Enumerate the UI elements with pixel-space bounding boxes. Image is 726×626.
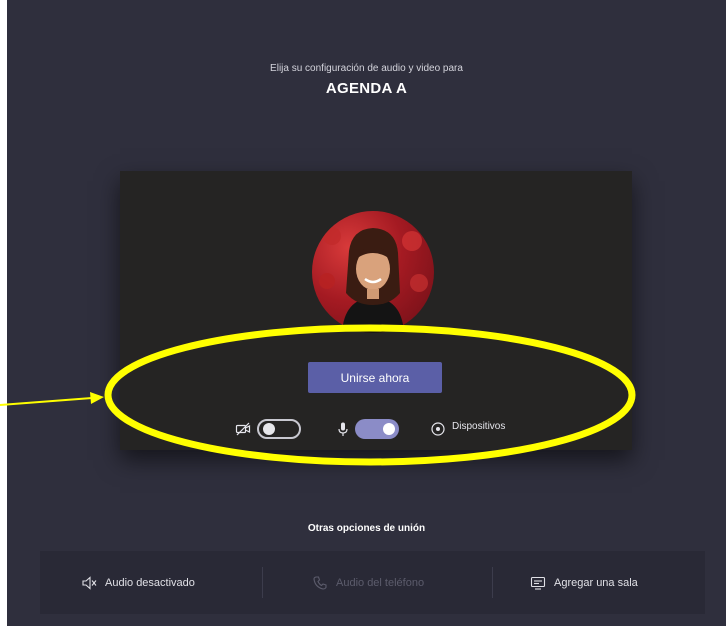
camera-toggle-knob (263, 423, 275, 435)
audio-off-option[interactable]: Audio desactivado (81, 551, 195, 614)
meeting-join-screen: Elija su configuración de audio y video … (7, 0, 726, 626)
camera-toggle[interactable] (257, 419, 301, 439)
gear-icon[interactable] (430, 421, 446, 437)
devices-button[interactable]: Dispositivos (452, 421, 505, 432)
prejoin-subtitle: Elija su configuración de audio y video … (270, 63, 463, 74)
avatar (312, 211, 434, 333)
divider (492, 567, 493, 598)
divider (262, 567, 263, 598)
microphone-toggle-knob (383, 423, 395, 435)
other-options-title: Otras opciones de unión (307, 523, 426, 534)
join-now-button[interactable]: Unirse ahora (308, 362, 442, 393)
phone-audio-option[interactable]: Audio del teléfono (312, 551, 424, 614)
video-preview: Unirse ahora Dispositivos (120, 171, 632, 450)
meeting-title: AGENDA A (325, 80, 408, 97)
speaker-off-icon (82, 575, 97, 590)
add-room-label: Agregar una sala (554, 576, 638, 589)
microphone-icon (338, 422, 348, 436)
phone-audio-label: Audio del teléfono (336, 576, 425, 589)
camera-off-icon (235, 422, 251, 436)
cast-room-icon (530, 576, 546, 590)
device-controls: Dispositivos (120, 418, 632, 440)
other-options-bar: Audio desactivado Audio del teléfono Agr… (40, 551, 705, 614)
phone-icon (313, 575, 327, 590)
add-room-option[interactable]: Agregar una sala (530, 551, 638, 614)
audio-off-label: Audio desactivado (105, 576, 195, 589)
microphone-toggle[interactable] (355, 419, 399, 439)
